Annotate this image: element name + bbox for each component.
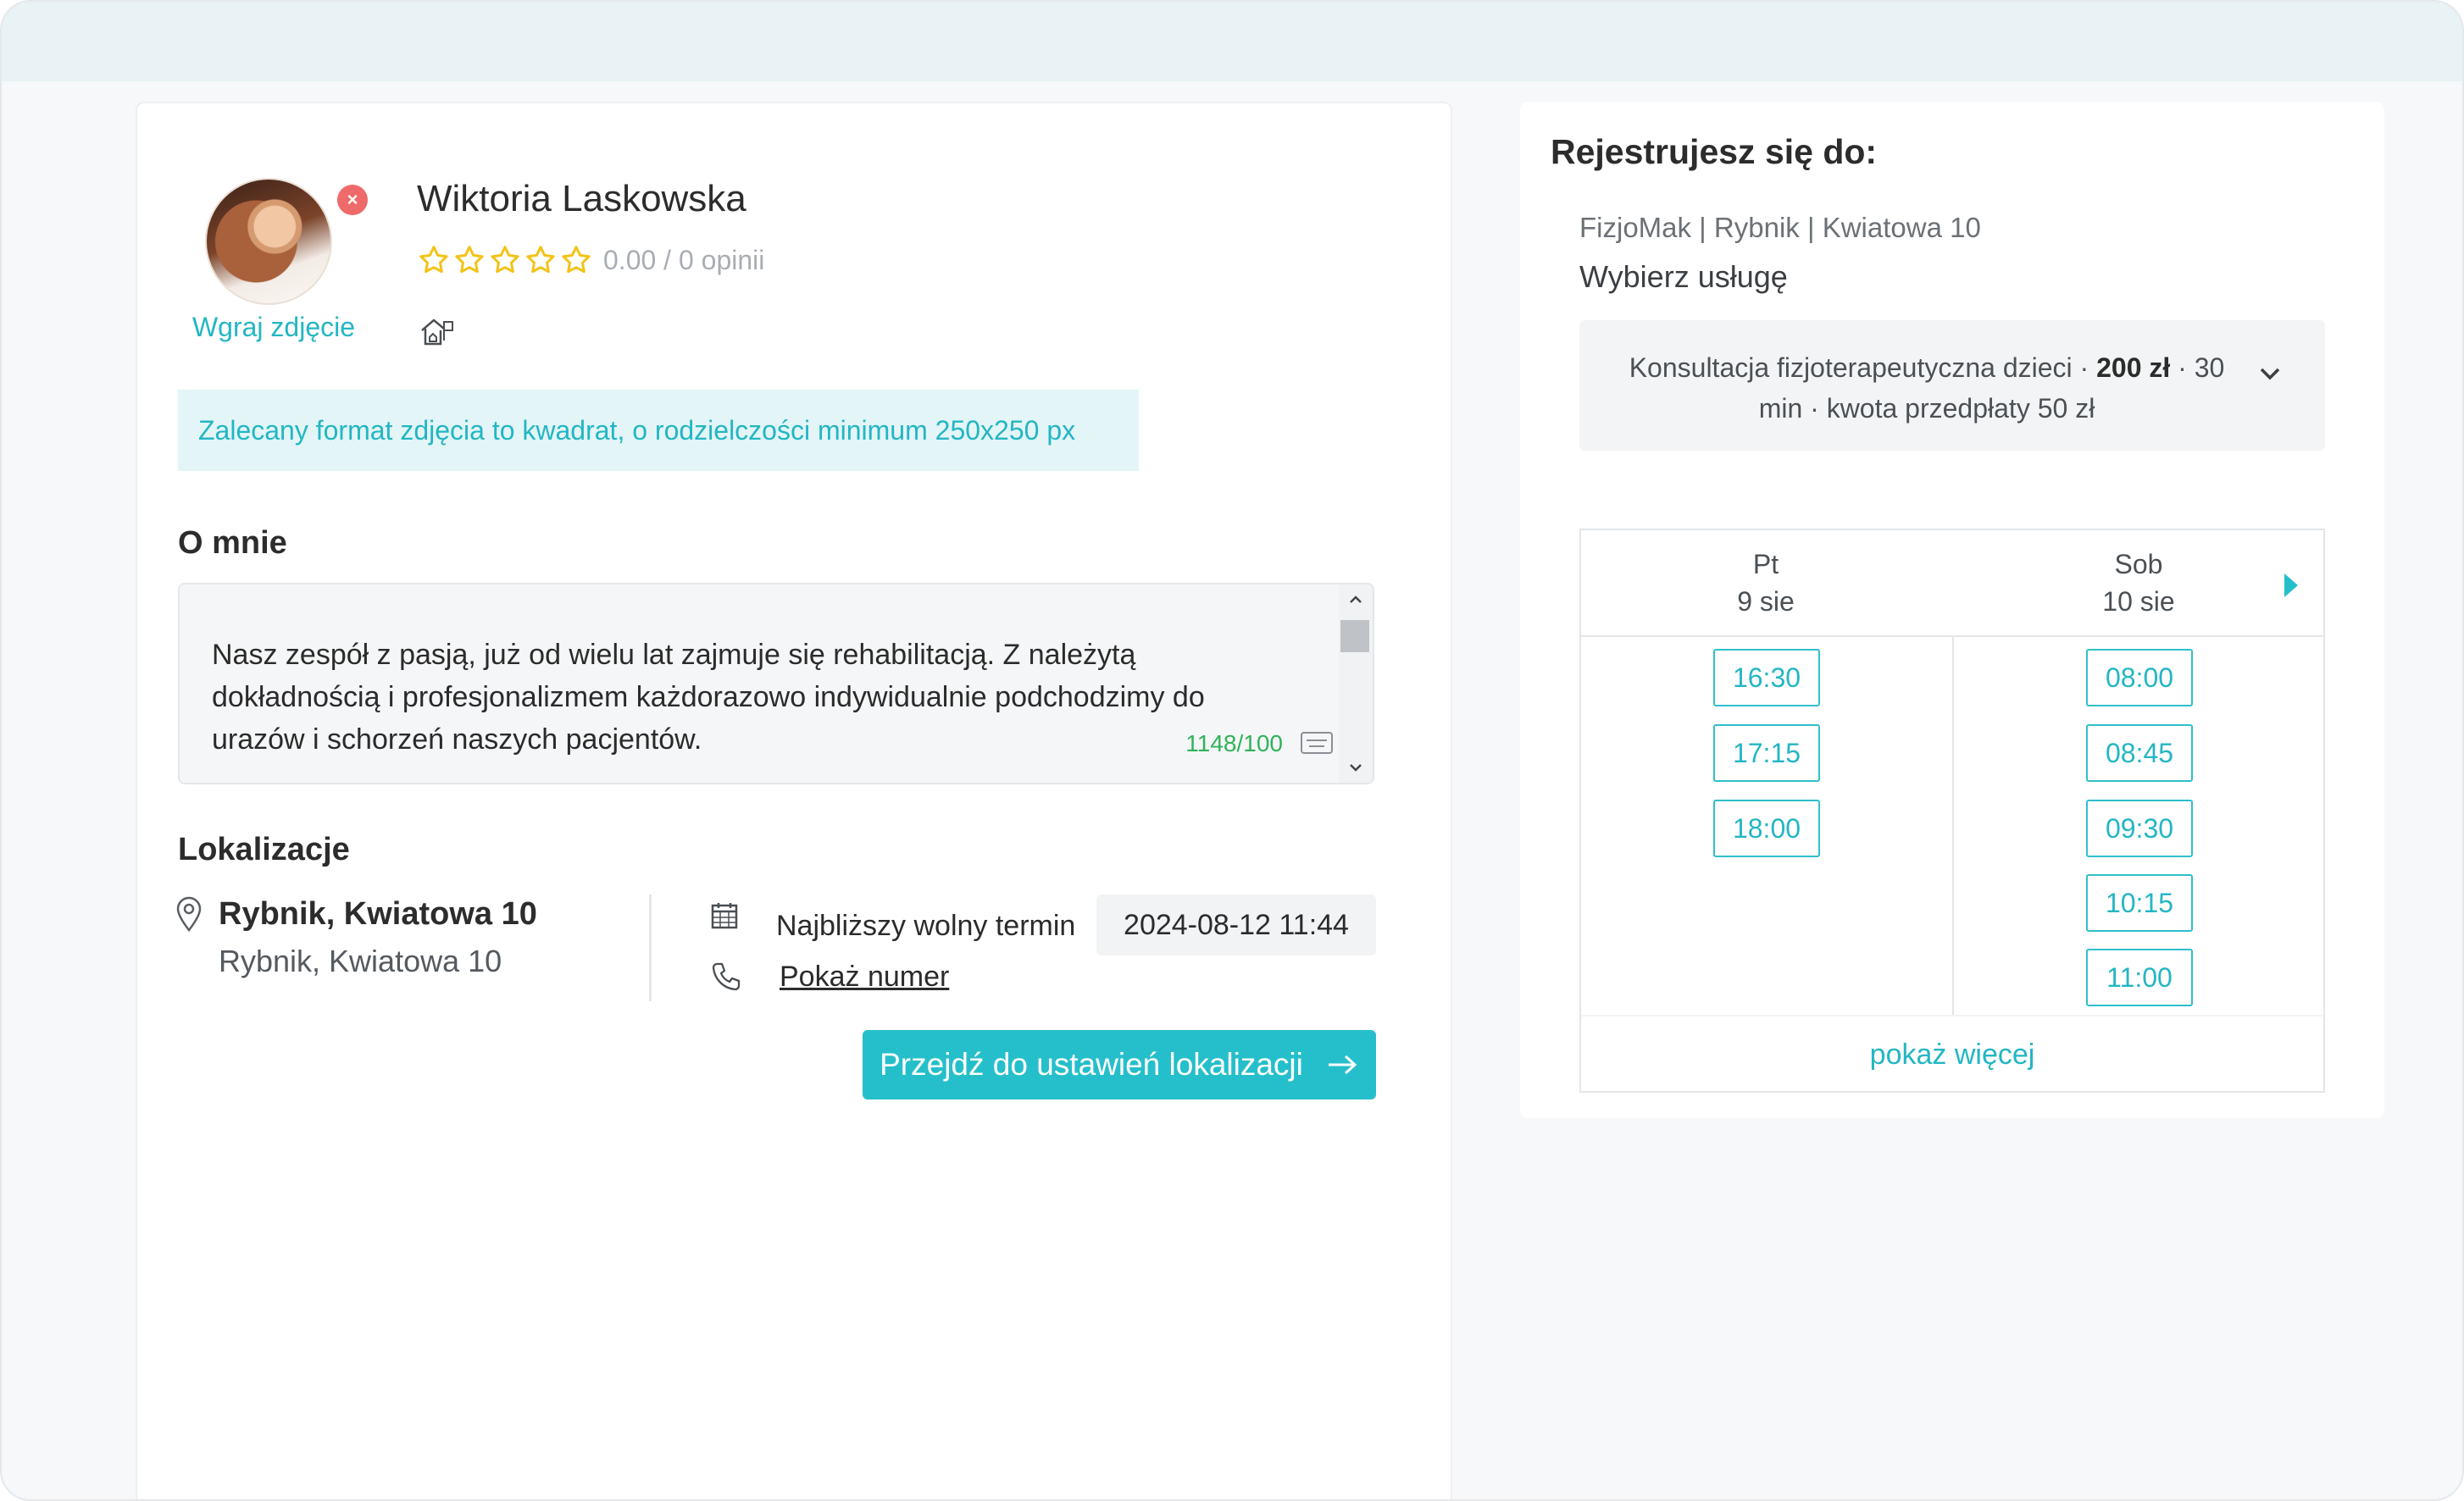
arrow-right-icon bbox=[1328, 1055, 1357, 1075]
keyboard-icon[interactable] bbox=[1300, 730, 1334, 756]
rating: 0.00 / 0 opinii bbox=[417, 241, 764, 280]
day-header: Pt 9 sie bbox=[1639, 546, 1893, 620]
time-slot[interactable]: 08:00 bbox=[2086, 649, 2193, 706]
calendar-header: Pt 9 sie Sob 10 sie bbox=[1581, 530, 2323, 637]
home-office-icon bbox=[421, 318, 453, 346]
location-address: Rybnik, Kwiatowa 10 bbox=[219, 944, 502, 978]
day-date: 10 sie bbox=[2102, 586, 2175, 617]
day-name: Sob bbox=[2114, 549, 2163, 579]
service-price: 200 zł bbox=[2096, 352, 2171, 383]
avatar-container bbox=[205, 178, 332, 305]
location-name: Rybnik, Kwiatowa 10 bbox=[219, 896, 537, 932]
location-divider bbox=[649, 895, 652, 1001]
star-icon bbox=[526, 246, 555, 274]
day-name: Pt bbox=[1752, 549, 1779, 579]
time-slot[interactable]: 10:15 bbox=[2086, 874, 2193, 932]
scroll-down-icon[interactable] bbox=[1347, 759, 1364, 776]
choose-service-label: Wybierz usługę bbox=[1579, 259, 1788, 294]
show-number-link[interactable]: Pokaż numer bbox=[780, 961, 949, 994]
booking-title: Rejestrujesz się do: bbox=[1551, 132, 1878, 171]
service-name: Konsultacja fizjoterapeutyczna dzieci · bbox=[1629, 352, 2097, 383]
selected-service: Konsultacja fizjoterapeutyczna dzieci · … bbox=[1605, 347, 2249, 429]
top-bar bbox=[2, 2, 2462, 81]
profile-name: Wiktoria Laskowska bbox=[417, 178, 746, 219]
day-divider bbox=[1952, 637, 1954, 1015]
next-slot-value: 2024-08-12 11:44 bbox=[1096, 895, 1376, 955]
about-title: O mnie bbox=[178, 525, 287, 561]
day-date: 9 sie bbox=[1737, 586, 1795, 617]
about-scrollbar[interactable] bbox=[1339, 584, 1373, 783]
about-textarea[interactable]: Nasz zespół z pasją, już od wielu lat za… bbox=[178, 583, 1374, 784]
scroll-thumb[interactable] bbox=[1340, 620, 1369, 652]
map-pin-icon bbox=[176, 896, 202, 932]
remove-photo-icon[interactable]: × bbox=[337, 185, 368, 215]
calendar-icon bbox=[711, 903, 738, 929]
show-more-link[interactable]: pokaż więcej bbox=[1581, 1015, 2323, 1093]
time-slot[interactable]: 17:15 bbox=[1713, 724, 1820, 782]
phone-icon bbox=[712, 962, 741, 991]
booking-card: Rejestrujesz się do: FizjoMak | Rybnik |… bbox=[1520, 102, 2384, 1118]
time-slot[interactable]: 11:00 bbox=[2086, 949, 2193, 1006]
about-text: Nasz zespół z pasją, już od wielu lat za… bbox=[212, 639, 1205, 756]
photo-hint: Zalecany format zdjęcia to kwadrat, o ro… bbox=[178, 390, 1139, 471]
time-slot[interactable]: 09:30 bbox=[2086, 800, 2193, 857]
scroll-up-icon[interactable] bbox=[1347, 591, 1364, 608]
avatar[interactable] bbox=[205, 178, 332, 305]
service-select[interactable]: Konsultacja fizjoterapeutyczna dzieci · … bbox=[1579, 320, 2325, 451]
star-icon bbox=[419, 246, 448, 274]
location-settings-label: Przejdź do ustawień lokalizacji bbox=[880, 1047, 1303, 1082]
profile-card: × Wgraj zdjęcie Wiktoria Laskowska 0.00 … bbox=[136, 102, 1452, 1499]
time-slot[interactable]: 18:00 bbox=[1713, 800, 1820, 857]
upload-photo-link[interactable]: Wgraj zdjęcie bbox=[185, 312, 363, 343]
star-icon bbox=[491, 246, 519, 274]
triangle-right-icon[interactable] bbox=[2281, 571, 2301, 600]
time-slot[interactable]: 16:30 bbox=[1713, 649, 1820, 706]
next-slot-label: Najbliższy wolny termin bbox=[776, 910, 1076, 942]
day-header: Sob 10 sie bbox=[2012, 546, 2266, 620]
rating-text: 0.00 / 0 opinii bbox=[603, 244, 765, 275]
time-slot[interactable]: 08:45 bbox=[2086, 724, 2193, 782]
app-frame: × Wgraj zdjęcie Wiktoria Laskowska 0.00 … bbox=[0, 0, 2464, 1501]
slot-calendar: Pt 9 sie Sob 10 sie 16:30 17:15 18:00 08… bbox=[1579, 529, 2325, 1093]
chevron-down-icon[interactable] bbox=[2257, 361, 2283, 386]
star-icon bbox=[455, 246, 484, 274]
star-icon bbox=[562, 246, 591, 274]
locations-title: Lokalizacje bbox=[178, 832, 350, 867]
char-counter: 1148/100 bbox=[1185, 730, 1283, 756]
location-settings-button[interactable]: Przejdź do ustawień lokalizacji bbox=[863, 1030, 1376, 1099]
facility-line: FizjoMak | Rybnik | Kwiatowa 10 bbox=[1579, 212, 1981, 243]
